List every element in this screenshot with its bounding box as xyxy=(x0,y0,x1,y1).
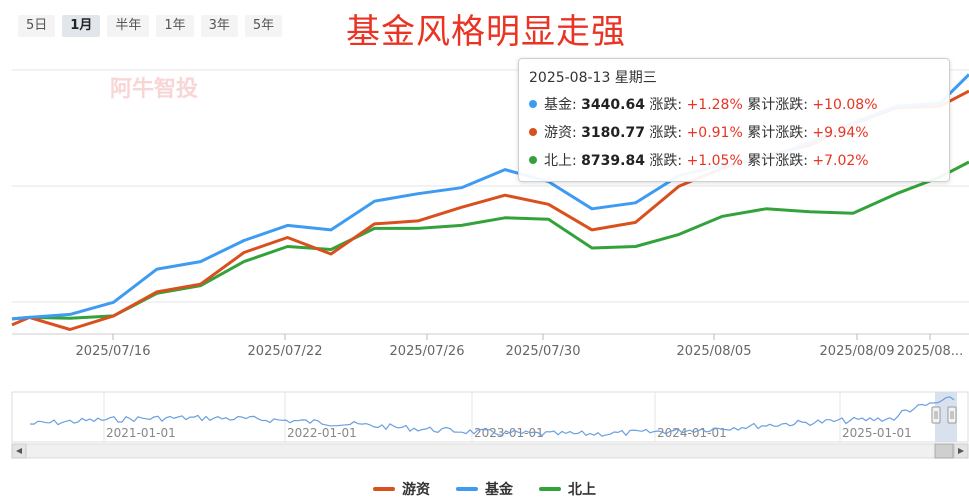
navigator-handle-1[interactable] xyxy=(947,406,957,424)
x-tick-label-6: 2025/08... xyxy=(897,344,963,359)
legend-item-1[interactable]: 基金 xyxy=(456,479,513,499)
navigator-handle-0[interactable] xyxy=(931,406,941,424)
tooltip-cum-label: 累计涨跌: xyxy=(742,97,813,113)
tooltip-chg: +1.28% xyxy=(686,97,743,113)
navigator-tick-1: 2022-01-01 xyxy=(287,426,357,440)
tooltip-chg-label: 涨跌: xyxy=(644,97,687,113)
x-tick-label-4: 2025/08/05 xyxy=(677,344,752,359)
tooltip-chg-label: 涨跌: xyxy=(644,125,687,141)
legend-item-0[interactable]: 游资 xyxy=(373,479,430,499)
navigator-tick-4: 2025-01-01 xyxy=(842,426,912,440)
legend-item-2[interactable]: 北上 xyxy=(539,479,596,499)
x-tick-label-3: 2025/07/30 xyxy=(506,344,581,359)
tooltip-value: 3440.64 xyxy=(581,97,645,113)
tooltip-dot xyxy=(529,156,537,164)
tooltip-cum-label: 累计涨跌: xyxy=(742,153,813,169)
legend-label: 基金 xyxy=(485,482,513,498)
tooltip-chg: +0.91% xyxy=(686,125,743,141)
scrollbar-thumb[interactable] xyxy=(934,443,954,459)
navigator-tick-0: 2021-01-01 xyxy=(106,426,176,440)
tooltip-cum: +7.02% xyxy=(812,153,869,169)
chart-legend: 游资 基金 北上 xyxy=(0,479,969,499)
tooltip-series-name: 游资: xyxy=(544,125,582,141)
tooltip-chg-label: 涨跌: xyxy=(644,153,687,169)
tooltip-series-name: 北上: xyxy=(544,153,582,169)
tooltip-chg: +1.05% xyxy=(686,153,743,169)
tooltip-row-0: 基金: 3440.64 涨跌: +1.28% 累计涨跌: +10.08% xyxy=(529,91,939,119)
tooltip-value: 3180.77 xyxy=(581,125,645,141)
legend-swatch xyxy=(373,487,395,491)
scrollbar-track[interactable] xyxy=(11,443,969,459)
legend-label: 游资 xyxy=(402,482,430,498)
data-tooltip: 2025-08-13 星期三 基金: 3440.64 涨跌: +1.28% 累计… xyxy=(518,58,950,182)
tooltip-row-2: 北上: 8739.84 涨跌: +1.05% 累计涨跌: +7.02% xyxy=(529,147,939,175)
tooltip-value: 8739.84 xyxy=(581,153,645,169)
tooltip-row-1: 游资: 3180.77 涨跌: +0.91% 累计涨跌: +9.94% xyxy=(529,119,939,147)
tooltip-dot xyxy=(529,128,537,136)
tooltip-date: 2025-08-13 星期三 xyxy=(529,70,657,86)
tooltip-cum-label: 累计涨跌: xyxy=(742,125,813,141)
tooltip-cum: +9.94% xyxy=(812,125,869,141)
legend-label: 北上 xyxy=(568,482,596,498)
tooltip-series-name: 基金: xyxy=(544,97,582,113)
x-tick-label-2: 2025/07/26 xyxy=(390,344,465,359)
tooltip-cum: +10.08% xyxy=(812,97,878,113)
x-tick-label-1: 2025/07/22 xyxy=(248,344,323,359)
legend-swatch xyxy=(539,487,561,491)
x-tick-label-5: 2025/08/09 xyxy=(820,344,895,359)
legend-swatch xyxy=(456,487,478,491)
tooltip-dot xyxy=(529,100,537,108)
x-tick-label-0: 2025/07/16 xyxy=(76,344,151,359)
watermark-text: 阿牛智投 xyxy=(110,76,198,102)
